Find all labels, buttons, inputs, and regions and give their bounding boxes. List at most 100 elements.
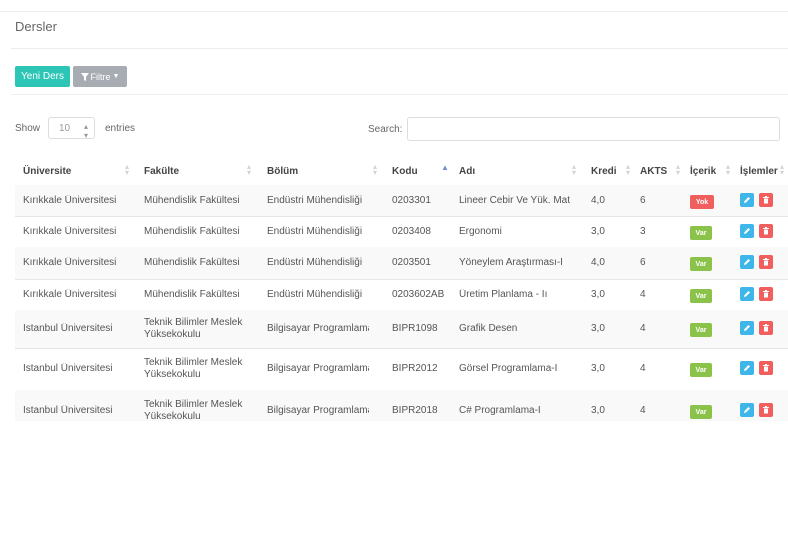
credit-cell: 3,0: [591, 226, 605, 237]
edit-button[interactable]: [740, 224, 754, 238]
column-header-bolum[interactable]: Bölüm: [267, 166, 298, 177]
department-cell: Endüstri Mühendisliği: [267, 195, 363, 206]
code-cell: 0203301: [392, 195, 431, 206]
filter-button[interactable]: Filtre ▼: [73, 66, 127, 87]
name-cell: C# Programlama-I: [459, 405, 541, 416]
page-size-select[interactable]: 10 ▴ ▾: [48, 117, 95, 140]
select-arrows-icon: ▴ ▾: [83, 122, 88, 140]
content-status-badge[interactable]: Var: [690, 363, 712, 377]
edit-button[interactable]: [740, 287, 754, 301]
credit-cell: 3,0: [591, 363, 605, 374]
trash-icon: [763, 364, 769, 372]
department-cell: Bilgisayar Programlama: [267, 405, 369, 416]
content-status-badge[interactable]: Var: [690, 405, 712, 419]
toolbar-divider: [11, 94, 788, 95]
search-label: Search:: [368, 124, 403, 135]
table-row: İstanbul Üniversitesi Teknik Bilimler Mes…: [15, 310, 788, 349]
code-cell: 0203408: [392, 226, 431, 237]
edit-button[interactable]: [740, 193, 754, 207]
sort-icon: ▴ ▾: [780, 162, 785, 177]
sort-icon: ▴ ▾: [125, 162, 130, 177]
sort-icon: ▴ ▾: [676, 162, 681, 177]
university-cell: İstanbul Üniversitesi: [23, 363, 113, 374]
credit-cell: 4,0: [591, 195, 605, 206]
name-cell: Görsel Programlama-I: [459, 363, 558, 374]
column-header-universite[interactable]: Üniversite: [23, 166, 71, 177]
delete-button[interactable]: [759, 321, 773, 335]
ects-cell: 6: [640, 195, 646, 206]
edit-button[interactable]: [740, 321, 754, 335]
university-cell: Kırıkkale Üniversitesi: [23, 226, 117, 237]
code-cell: 0203501: [392, 257, 431, 268]
university-cell: Kırıkkale Üniversitesi: [23, 257, 117, 268]
search-input[interactable]: [407, 117, 780, 141]
column-header-fakulte[interactable]: Fakülte: [144, 166, 179, 177]
ects-cell: 4: [640, 289, 646, 300]
delete-button[interactable]: [759, 403, 773, 417]
pencil-icon: [744, 197, 750, 203]
ects-cell: 4: [640, 363, 646, 374]
university-cell: Kırıkkale Üniversitesi: [23, 289, 117, 300]
trash-icon: [763, 324, 769, 332]
page-title: Dersler: [15, 19, 57, 34]
table-row: İstanbul Üniversitesi Teknik Bilimler Mes…: [15, 390, 788, 421]
trash-icon: [763, 258, 769, 266]
content-status-badge[interactable]: Yok: [690, 195, 714, 209]
university-cell: Kırıkkale Üniversitesi: [23, 195, 117, 206]
table-row: Kırıkkale Üniversitesi Mühendislik Fakült…: [15, 216, 788, 248]
credit-cell: 3,0: [591, 323, 605, 334]
credit-cell: 3,0: [591, 289, 605, 300]
content-status-badge[interactable]: Var: [690, 323, 712, 337]
edit-button[interactable]: [740, 361, 754, 375]
table-row: Kırıkkale Üniversitesi Mühendislik Fakült…: [15, 185, 788, 217]
faculty-cell: Teknik Bilimler Meslek Yüksekokulu: [144, 317, 243, 340]
content-status-badge[interactable]: Var: [690, 289, 712, 303]
column-header-islemler[interactable]: İşlemler: [740, 166, 778, 177]
content-status-badge[interactable]: Var: [690, 226, 712, 240]
top-divider: [0, 11, 788, 12]
sort-icon: ▴ ▾: [572, 162, 577, 177]
table-header: Üniversite ▴ ▾ Fakülte ▴ ▾ Bölüm ▴ ▾ Kodu ▲ Adı ▴ ▾ Kr…: [15, 155, 788, 186]
faculty-cell: Mühendislik Fakültesi: [144, 195, 240, 206]
delete-button[interactable]: [759, 255, 773, 269]
caret-down-icon: ▼: [112, 73, 120, 80]
table-row: Kırıkkale Üniversitesi Mühendislik Fakült…: [15, 279, 788, 311]
delete-button[interactable]: [759, 287, 773, 301]
column-header-akts[interactable]: AKTS: [640, 166, 667, 177]
faculty-cell: Teknik Bilimler Meslek Yüksekokulu: [144, 357, 243, 380]
faculty-cell: Mühendislik Fakültesi: [144, 257, 240, 268]
new-course-button[interactable]: Yeni Ders: [15, 66, 70, 87]
trash-icon: [763, 196, 769, 204]
sort-icon: ▴ ▾: [247, 162, 252, 177]
title-divider: [11, 48, 788, 49]
table-row: İstanbul Üniversitesi Teknik Bilimler Mes…: [15, 348, 788, 391]
delete-button[interactable]: [759, 224, 773, 238]
entries-label: entries: [105, 123, 136, 134]
column-header-kodu[interactable]: Kodu: [392, 166, 418, 177]
filter-icon: [80, 72, 89, 81]
department-cell: Endüstri Mühendisliği: [267, 257, 363, 268]
sort-asc-icon: ▲: [441, 163, 449, 172]
university-cell: İstanbul Üniversitesi: [23, 323, 113, 334]
column-header-adi[interactable]: Adı: [459, 166, 475, 177]
content-status-badge[interactable]: Var: [690, 257, 712, 271]
name-cell: Grafik Desen: [459, 323, 518, 334]
name-cell: Lineer Cebir Ve Yük. Mat: [459, 195, 570, 206]
trash-icon: [763, 406, 769, 414]
department-cell: Endüstri Mühendisliği: [267, 226, 363, 237]
delete-button[interactable]: [759, 361, 773, 375]
column-header-kredi[interactable]: Kredi: [591, 166, 617, 177]
page-size-value: 10: [59, 123, 71, 134]
ects-cell: 6: [640, 257, 646, 268]
delete-button[interactable]: [759, 193, 773, 207]
column-header-icerik[interactable]: İçerik: [690, 166, 716, 177]
pencil-icon: [744, 291, 750, 297]
edit-button[interactable]: [740, 255, 754, 269]
faculty-cell: Mühendislik Fakültesi: [144, 226, 240, 237]
university-cell: İstanbul Üniversitesi: [23, 405, 113, 416]
edit-button[interactable]: [740, 403, 754, 417]
pencil-icon: [744, 365, 750, 371]
code-cell: BIPR2012: [392, 363, 438, 374]
pencil-icon: [744, 259, 750, 265]
department-cell: Bilgisayar Programlama: [267, 323, 369, 334]
